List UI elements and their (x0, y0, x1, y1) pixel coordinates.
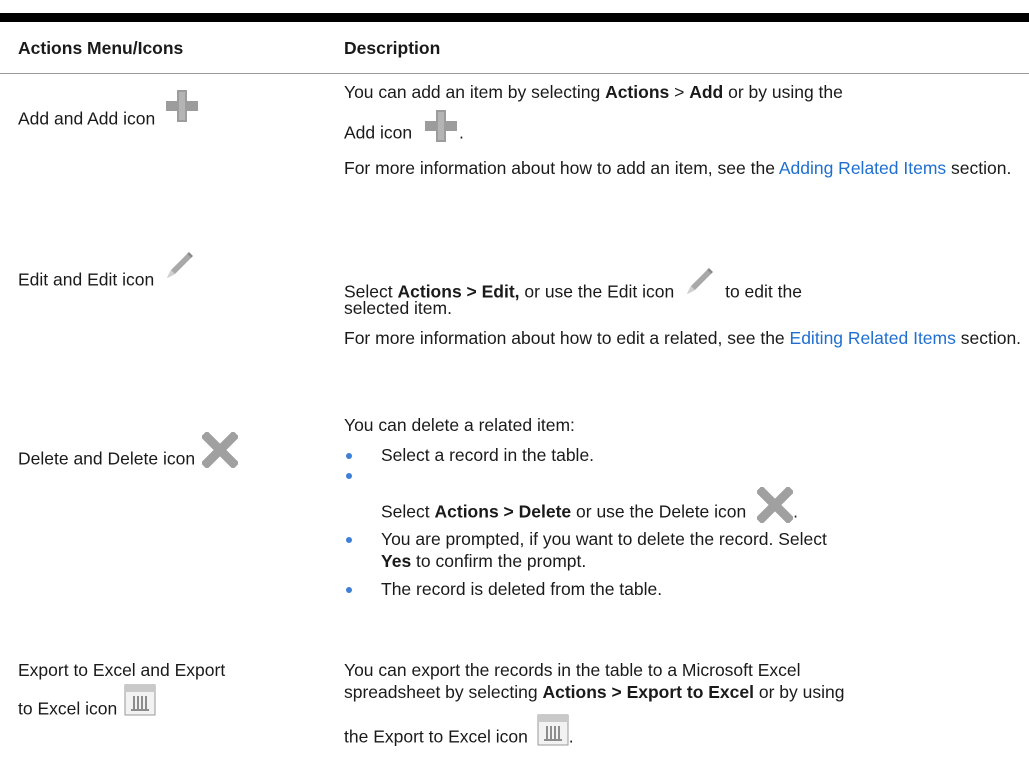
description-paragraph: You can export the records in the table … (344, 660, 801, 680)
description-cell-export: You can export the records in the table … (344, 660, 1024, 754)
list-item: The record is deleted from the table. (344, 579, 1024, 601)
description-paragraph: Add icon . (344, 109, 1024, 152)
table-row-delete: Delete and Delete icon You can delete a … (0, 412, 1029, 599)
column-header-actions: Actions Menu/Icons (18, 38, 184, 58)
description-cell-add: You can add an item by selecting Actions… (344, 82, 1024, 180)
document-page: Actions Menu/Icons Description Add and A… (0, 0, 1029, 765)
description-paragraph: You can delete a related item: (344, 415, 575, 435)
description-paragraph: For more information about how to edit a… (344, 327, 1022, 348)
description-paragraph: spreadsheet by selecting Actions > Expor… (344, 681, 845, 702)
list-item: Select Actions > Delete or use the Delet… (344, 467, 1024, 529)
delete-steps-list: Select a record in the table. Select Act… (344, 445, 1024, 601)
action-cell-add: Add and Add icon (18, 82, 199, 129)
column-header-description: Description (344, 38, 441, 58)
action-label-edit: Edit and Edit icon (18, 269, 155, 290)
pencil-icon (167, 252, 194, 278)
table-top-rule (0, 13, 1029, 22)
description-paragraph: You can add an item by selecting Actions… (344, 82, 843, 102)
description-cell-delete: You can delete a related item: Select a … (344, 412, 1024, 600)
action-cell-export: Export to Excel and Export to Excel icon (18, 660, 226, 719)
table-header-row: Actions Menu/Icons Description (0, 22, 1029, 74)
plus-icon (424, 109, 457, 142)
adding-related-items-link[interactable]: Adding Related Items (779, 158, 946, 178)
list-item: You are prompted, if you want to delete … (344, 529, 1024, 573)
table-row-edit: Edit and Edit icon Select Actions > Edit… (0, 252, 1029, 402)
action-cell-delete: Delete and Delete icon (18, 412, 238, 469)
action-label-export: Export to Excel and Export (18, 660, 226, 680)
editing-related-items-link[interactable]: Editing Related Items (790, 328, 956, 348)
table-row-export: Export to Excel and Export to Excel icon… (0, 660, 1029, 765)
spreadsheet-icon (124, 684, 156, 716)
x-icon (757, 486, 794, 523)
action-label-add: Add and Add icon (18, 108, 156, 129)
x-icon (201, 432, 238, 468)
table-row-add: Add and Add icon You can add an item by … (0, 82, 1029, 247)
action-cell-edit: Edit and Edit icon (18, 252, 194, 290)
spreadsheet-icon (537, 714, 569, 746)
description-paragraph: the Export to Excel icon . (344, 714, 1024, 754)
pencil-icon (687, 268, 714, 294)
action-label-delete: Delete and Delete icon (18, 448, 196, 469)
description-paragraph: For more information about how to add an… (344, 157, 1012, 178)
description-cell-edit: Select Actions > Edit, or use the Edit i… (344, 252, 1024, 350)
plus-icon (166, 90, 199, 122)
list-item: Select a record in the table. (344, 445, 1024, 467)
